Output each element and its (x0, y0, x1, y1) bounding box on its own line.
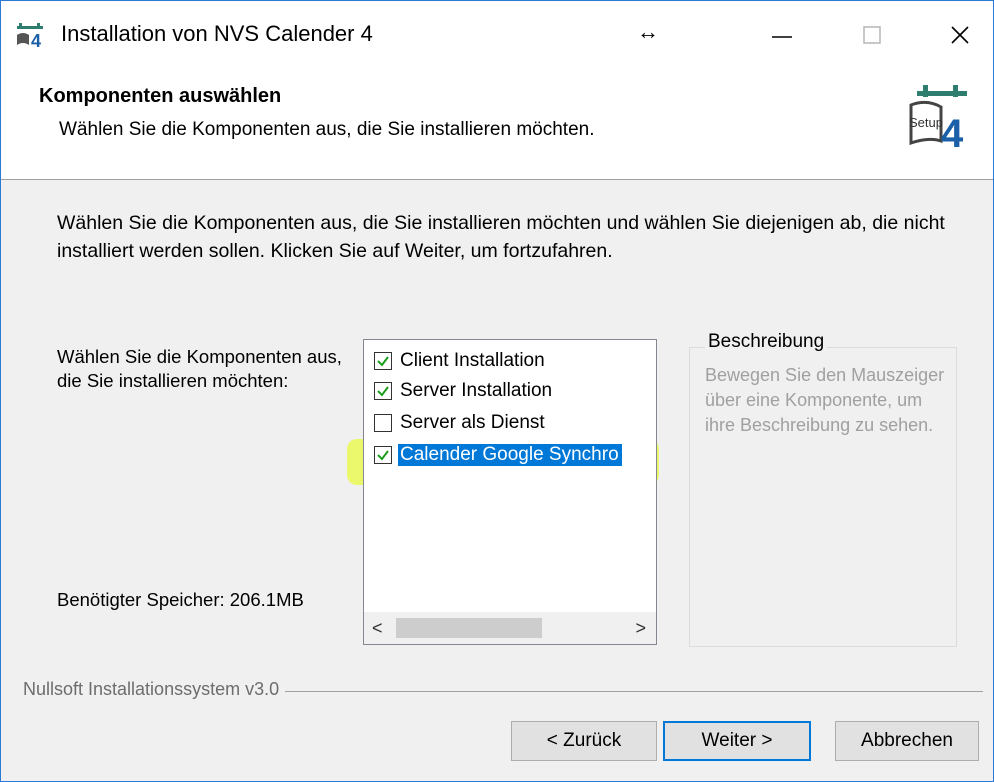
page-title: Komponenten auswählen (39, 85, 282, 107)
component-label: Client Installation (400, 350, 545, 371)
checkmark-icon (377, 356, 389, 367)
installer-window: 4 Installation von NVS Calender 4 ↔ Komp… (0, 0, 994, 782)
page-subtitle: Wählen Sie die Komponenten aus, die Sie … (59, 119, 595, 140)
maximize-icon (863, 26, 881, 44)
intro-text: Wählen Sie die Komponenten aus, die Sie … (57, 212, 945, 262)
title-bar[interactable]: 4 Installation von NVS Calender 4 ↔ (1, 1, 993, 67)
component-label: Server Installation (400, 380, 553, 401)
app-icon: 4 (17, 23, 43, 49)
component-item-service[interactable]: Server als Dienst (374, 408, 545, 438)
back-button[interactable]: < Zurück (511, 721, 657, 761)
horizontal-scrollbar[interactable]: < > (364, 612, 656, 644)
checkbox-server[interactable] (374, 382, 392, 400)
checkbox-service[interactable] (374, 414, 392, 432)
setup-logo-icon: Setup 4 (909, 85, 967, 151)
component-label: Server als Dienst (400, 412, 545, 433)
checkmark-icon (377, 450, 389, 461)
select-components-label: Wählen Sie die Komponenten aus, die Sie … (57, 346, 342, 391)
component-item-server[interactable]: Server Installation (374, 376, 552, 406)
nsis-branding: Nullsoft Installationssystem v3.0 (23, 679, 286, 700)
scrollbar-thumb[interactable] (396, 618, 542, 638)
checkbox-google-sync[interactable] (374, 446, 392, 464)
svg-text:Setup: Setup (909, 115, 943, 130)
space-required-label: Benötigter Speicher: 206.1MB (57, 589, 304, 610)
scroll-left-icon[interactable]: < (372, 618, 383, 639)
maximize-button[interactable] (841, 11, 903, 59)
component-item-client[interactable]: Client Installation (374, 346, 545, 376)
component-label: Calender Google Synchro (398, 444, 622, 466)
description-text: Bewegen Sie den Mauszeiger über eine Kom… (705, 365, 945, 435)
svg-text:4: 4 (31, 31, 41, 49)
description-title: Beschreibung (705, 331, 828, 353)
checkbox-client[interactable] (374, 352, 392, 370)
components-tree[interactable]: Client Installation Server Installation … (363, 339, 657, 645)
checkmark-icon (377, 386, 389, 397)
close-icon (951, 26, 969, 44)
close-button[interactable] (929, 11, 991, 59)
window-title: Installation von NVS Calender 4 (61, 21, 373, 46)
cancel-button[interactable]: Abbrechen (835, 721, 979, 761)
page-header: Komponenten auswählen Wählen Sie die Kom… (1, 67, 993, 180)
minimize-button[interactable] (751, 11, 813, 59)
component-item-google-sync[interactable]: Calender Google Synchro (374, 440, 622, 470)
scroll-right-icon[interactable]: > (635, 618, 646, 639)
minimize-icon (772, 36, 792, 38)
resize-icon: ↔ (637, 19, 659, 44)
next-button[interactable]: Weiter > (663, 721, 811, 761)
svg-text:4: 4 (941, 112, 964, 151)
